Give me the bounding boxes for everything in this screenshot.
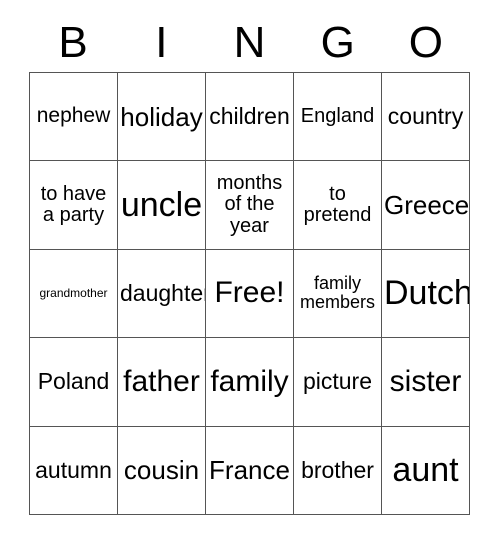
bingo-cell-text: family members [299, 273, 375, 313]
bingo-cell-text: Greece [384, 190, 470, 221]
bingo-cell-text: father [123, 364, 200, 398]
bingo-cell[interactable]: family members [294, 249, 382, 339]
bingo-header: B I N G O [29, 14, 470, 72]
header-letter-o: O [408, 18, 444, 67]
bingo-cell-text: picture [302, 368, 373, 395]
bingo-cell[interactable]: family [206, 338, 294, 427]
bingo-cell-text: sister [389, 364, 462, 398]
bingo-cell[interactable]: Poland [30, 338, 118, 427]
bingo-cell[interactable]: country [382, 73, 470, 162]
bingo-cell[interactable]: sister [382, 338, 470, 427]
bingo-cell-free[interactable]: Free! [206, 249, 294, 339]
bingo-cell-text: holiday [120, 101, 203, 132]
bingo-cell[interactable]: picture [294, 338, 382, 427]
bingo-cell[interactable]: uncle [118, 161, 206, 250]
bingo-cell-text: Dutch [384, 274, 470, 313]
bingo-cell[interactable]: aunt [382, 426, 470, 515]
header-letter-i: I [155, 18, 168, 67]
bingo-grid: nephew holiday children England country … [29, 72, 470, 515]
bingo-cell-text: to pretend [303, 182, 372, 227]
bingo-cell[interactable]: daughter [118, 249, 206, 339]
bingo-cell-text: England [300, 104, 375, 127]
bingo-cell[interactable]: autumn [30, 426, 118, 515]
bingo-cell-text: months of the year [216, 171, 283, 237]
bingo-cell[interactable]: cousin [118, 426, 206, 515]
bingo-cell[interactable]: brother [294, 426, 382, 515]
bingo-cell-text: brother [301, 456, 374, 483]
bingo-cell-text: cousin [123, 455, 200, 486]
bingo-cell-text: children [209, 103, 290, 130]
bingo-cell-text: grandmother [39, 286, 108, 301]
bingo-cell-text: aunt [392, 450, 459, 489]
bingo-cell[interactable]: France [206, 426, 294, 515]
header-letter-g: G [320, 18, 355, 67]
bingo-cell[interactable]: holiday [118, 73, 206, 162]
bingo-cell-text: uncle [120, 185, 203, 224]
bingo-cell-text: autumn [35, 456, 112, 483]
bingo-cell-text: Poland [37, 368, 110, 395]
bingo-cell[interactable]: grandmother [30, 249, 118, 339]
bingo-cell[interactable]: England [294, 73, 382, 162]
bingo-cell[interactable]: children [206, 73, 294, 162]
bingo-cell[interactable]: father [118, 338, 206, 427]
bingo-cell-text: to have a party [40, 182, 107, 227]
bingo-cell-text: daughter [120, 280, 206, 307]
bingo-cell[interactable]: nephew [30, 73, 118, 162]
bingo-cell[interactable]: Dutch [382, 249, 470, 339]
bingo-cell-text: family [210, 364, 289, 398]
bingo-card: B I N G O nephew holiday children Englan… [0, 0, 500, 544]
bingo-cell[interactable]: to pretend [294, 161, 382, 250]
bingo-cell-text: France [209, 455, 290, 486]
bingo-cell[interactable]: to have a party [30, 161, 118, 250]
header-letter-b: B [58, 18, 88, 67]
bingo-cell-text: country [387, 103, 464, 130]
bingo-cell-text: nephew [36, 104, 111, 128]
bingo-free-space-text: Free! [214, 276, 285, 310]
bingo-cell[interactable]: months of the year [206, 161, 294, 250]
header-letter-n: N [233, 18, 266, 67]
bingo-cell[interactable]: Greece [382, 161, 470, 250]
